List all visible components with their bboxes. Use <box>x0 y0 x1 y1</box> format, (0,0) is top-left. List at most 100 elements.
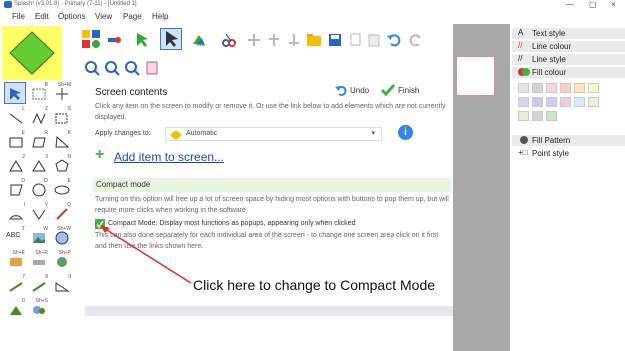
triangle-tool[interactable]: K <box>50 130 72 152</box>
text-style-row[interactable]: A Text style <box>512 28 625 40</box>
fill-colour-row[interactable]: Fill colour <box>512 67 625 79</box>
tool-8[interactable]: 8 <box>27 274 49 296</box>
zigzag-tool[interactable]: Z <box>27 106 49 128</box>
minimize-button[interactable]: — <box>566 0 574 9</box>
line-style-row[interactable]: // Line style <box>512 54 625 66</box>
shape-p-tool[interactable]: Sh+P <box>50 250 72 272</box>
dashed-rect-tool[interactable]: S <box>50 106 72 128</box>
image-tool[interactable]: W <box>27 226 49 248</box>
swatch[interactable] <box>518 83 529 93</box>
tool-9[interactable]: 9 <box>50 274 72 296</box>
swatch[interactable] <box>518 111 529 121</box>
swatch[interactable] <box>546 111 557 121</box>
app-icon <box>4 1 12 8</box>
menu-bar: File Edit Options View Page Help <box>0 10 625 24</box>
dialog-footer <box>85 306 453 316</box>
shape-e-tool[interactable]: Sh+E <box>4 250 26 272</box>
undo-button[interactable]: Undo <box>335 85 369 96</box>
ellipse-tool[interactable]: E <box>50 178 72 200</box>
line-colour-row[interactable]: // Line colour <box>512 41 625 53</box>
redo-icon[interactable] <box>408 32 424 48</box>
paste-icon[interactable] <box>366 32 382 48</box>
swatch[interactable] <box>532 111 543 121</box>
restore-button[interactable]: ▢ <box>589 0 597 9</box>
menu-edit[interactable]: Edit <box>35 12 49 21</box>
chevron-down-icon: ▾ <box>371 130 375 137</box>
circle-tool[interactable]: O <box>27 178 49 200</box>
window-title: Splash! (v3.01.8) - Primary (7-11) - [Un… <box>14 1 137 7</box>
menu-view[interactable]: View <box>95 12 112 21</box>
page-view-icon[interactable] <box>144 60 160 76</box>
checkmark-icon <box>381 84 395 96</box>
apply-changes-select[interactable]: Automatic ▾ <box>165 127 382 141</box>
pen-tool[interactable]: Q <box>50 202 72 224</box>
add-icon: + <box>95 146 105 163</box>
line-tool[interactable]: L <box>4 106 26 128</box>
menu-page[interactable]: Page <box>123 12 142 21</box>
finish-button[interactable]: Finish <box>381 84 419 96</box>
pin-icon[interactable] <box>106 32 122 48</box>
pointer-mode-icon[interactable] <box>160 28 182 50</box>
globe-tool[interactable]: Sh+W <box>50 226 72 248</box>
swatch[interactable] <box>546 97 557 107</box>
open-folder-icon[interactable] <box>306 32 322 48</box>
triangle-3-tool[interactable]: 3 <box>27 154 49 176</box>
swatch[interactable] <box>588 97 599 107</box>
compact-mode-checkbox-icon[interactable] <box>95 219 105 229</box>
polygon-select-tool[interactable]: B <box>27 82 49 104</box>
move-down-icon[interactable] <box>286 32 302 48</box>
swatch[interactable] <box>518 97 529 107</box>
undo-icon[interactable] <box>386 32 402 48</box>
angle-tool[interactable]: V <box>27 202 49 224</box>
arc-tool[interactable]: I <box>4 202 26 224</box>
style-panel: A Text style // Line colour // Line styl… <box>512 28 625 351</box>
zoom-fit-icon[interactable] <box>124 60 140 76</box>
swatch[interactable] <box>560 97 571 107</box>
swatch[interactable] <box>560 83 571 93</box>
info-icon[interactable]: i <box>398 125 413 140</box>
save-icon[interactable] <box>327 32 343 48</box>
rotate-shape-icon[interactable] <box>191 32 207 48</box>
tool-7[interactable]: 7 <box>4 274 26 296</box>
text-tool[interactable]: T ABC <box>4 226 26 248</box>
swatch[interactable] <box>574 83 585 93</box>
shape-r-tool[interactable]: Sh+R <box>27 250 49 272</box>
close-button[interactable]: × <box>611 0 616 9</box>
select-tool[interactable] <box>4 82 26 104</box>
menu-help[interactable]: Help <box>152 12 168 21</box>
swatch[interactable] <box>574 97 585 107</box>
triangle-2-tool[interactable]: 2 <box>4 154 26 176</box>
menu-file[interactable]: File <box>12 12 25 21</box>
parallelogram-tool[interactable]: R <box>27 130 49 152</box>
apply-changes-label: Apply changes to: <box>95 130 151 137</box>
tool-sh-s[interactable]: Sh+S <box>27 298 49 320</box>
zoom-out-icon[interactable] <box>104 60 120 76</box>
pentagon-tool[interactable]: D <box>4 178 26 200</box>
shapes-palette-icon[interactable] <box>81 29 101 49</box>
tool-0[interactable]: 0 <box>4 298 26 320</box>
compact-mode-checkbox-label[interactable]: Compact Mode: Display most functions as … <box>108 220 355 227</box>
compact-mode-description: Turning on this option will free up a lo… <box>95 196 449 214</box>
rectangle-tool[interactable]: E <box>4 130 26 152</box>
scissors-icon[interactable] <box>221 32 237 48</box>
text-style-icon: A <box>518 28 524 37</box>
crosshair-tool[interactable]: Sh+M <box>50 82 72 104</box>
current-shape-preview[interactable] <box>2 26 62 80</box>
compact-mode-note: This can also done separately for each i… <box>95 232 439 250</box>
menu-options[interactable]: Options <box>58 12 86 21</box>
move-front-icon[interactable] <box>246 32 262 48</box>
page-area <box>453 24 510 351</box>
swatch[interactable] <box>546 83 557 93</box>
page-thumbnail[interactable] <box>456 56 495 96</box>
add-item-link[interactable]: Add item to screen... <box>114 150 224 164</box>
copy-icon[interactable] <box>348 32 364 48</box>
fill-pattern-row[interactable]: Fill Pattern <box>512 135 625 147</box>
select-arrow-icon[interactable] <box>134 32 150 48</box>
point-style-row[interactable]: +□ Point style <box>512 148 625 160</box>
swatch[interactable] <box>532 97 543 107</box>
polygon-n-tool[interactable]: N <box>50 154 72 176</box>
move-up-icon[interactable] <box>266 32 282 48</box>
swatch[interactable] <box>588 83 599 93</box>
swatch[interactable] <box>532 83 543 93</box>
zoom-in-icon[interactable] <box>84 60 100 76</box>
